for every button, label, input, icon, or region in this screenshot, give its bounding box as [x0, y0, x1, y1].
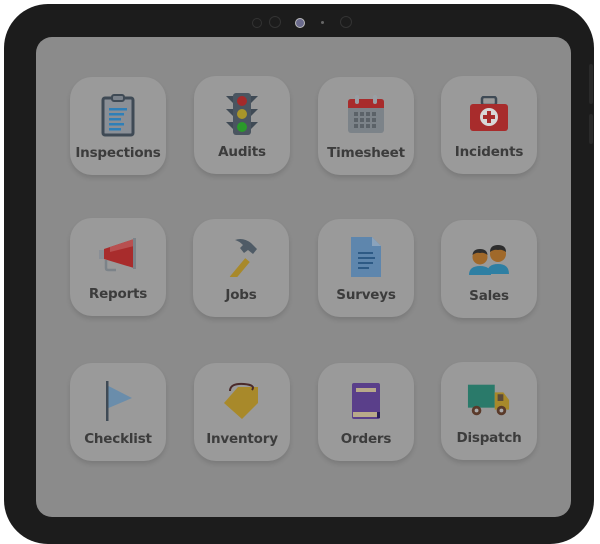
traffic-light-icon: [220, 92, 264, 136]
app-label: Reports: [88, 286, 148, 302]
clipboard-icon: [96, 93, 140, 137]
delivery-truck-icon: [467, 378, 511, 422]
home-screen: Inspections Audits Timesheet Incidents R…: [36, 37, 571, 517]
megaphone-icon: [96, 234, 140, 278]
app-tile-incidents[interactable]: Incidents: [441, 76, 537, 174]
app-tile-checklist[interactable]: Checklist: [70, 363, 166, 461]
people-icon: [467, 236, 511, 280]
tablet-device-frame: Inspections Audits Timesheet Incidents R…: [4, 4, 594, 544]
app-tile-jobs[interactable]: Jobs: [193, 219, 289, 317]
app-label: Orders: [340, 431, 392, 447]
app-tile-inventory[interactable]: Inventory: [194, 363, 290, 461]
app-tile-timesheet[interactable]: Timesheet: [318, 77, 414, 175]
app-tile-audits[interactable]: Audits: [194, 76, 290, 174]
app-label: Surveys: [336, 287, 396, 303]
app-tile-dispatch[interactable]: Dispatch: [441, 362, 537, 460]
front-camera-icon: [295, 18, 305, 28]
app-tile-reports[interactable]: Reports: [70, 218, 166, 316]
sensor-icon: [269, 16, 281, 28]
book-icon: [344, 379, 388, 423]
app-label: Incidents: [454, 144, 524, 160]
volume-button: [589, 64, 593, 104]
first-aid-kit-icon: [467, 92, 511, 136]
calendar-icon: [344, 93, 388, 137]
app-label: Dispatch: [456, 430, 522, 446]
app-label: Jobs: [225, 287, 257, 303]
app-label: Inventory: [206, 431, 278, 447]
side-button: [589, 114, 593, 144]
price-tag-icon: [220, 379, 264, 423]
app-label: Inspections: [75, 145, 161, 161]
flag-icon: [96, 379, 140, 423]
app-label: Sales: [469, 288, 509, 304]
app-label: Audits: [218, 144, 266, 160]
app-tile-orders[interactable]: Orders: [318, 363, 414, 461]
sensor-dot-icon: [321, 21, 324, 24]
app-tile-surveys[interactable]: Surveys: [318, 219, 414, 317]
document-icon: [344, 235, 388, 279]
sensor-icon: [340, 16, 352, 28]
app-tile-sales[interactable]: Sales: [441, 220, 537, 318]
camera-bar: [252, 15, 362, 29]
app-tile-inspections[interactable]: Inspections: [70, 77, 166, 175]
hammer-icon: [219, 235, 263, 279]
sensor-icon: [252, 18, 262, 28]
app-label: Timesheet: [327, 145, 405, 161]
app-label: Checklist: [84, 431, 152, 447]
